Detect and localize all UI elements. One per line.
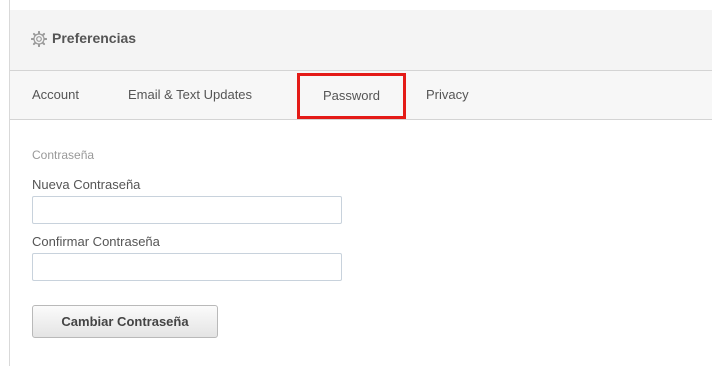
new-password-label: Nueva Contraseña [32, 177, 141, 192]
tab-account[interactable]: Account [32, 71, 79, 119]
preferences-tabs: Account Email & Text Updates Password Pr… [10, 71, 712, 120]
new-password-field[interactable] [32, 196, 342, 224]
change-password-button[interactable]: Cambiar Contraseña [32, 305, 218, 338]
preferences-header: Preferencias [10, 10, 712, 71]
tab-password[interactable]: Password [297, 73, 406, 119]
gear-icon [30, 30, 48, 48]
confirm-password-field[interactable] [32, 253, 342, 281]
confirm-password-label: Confirmar Contraseña [32, 234, 160, 249]
tab-email-text-updates[interactable]: Email & Text Updates [128, 71, 252, 119]
tab-privacy[interactable]: Privacy [426, 71, 469, 119]
page-title: Preferencias [52, 30, 137, 46]
section-title: Contraseña [32, 148, 95, 162]
